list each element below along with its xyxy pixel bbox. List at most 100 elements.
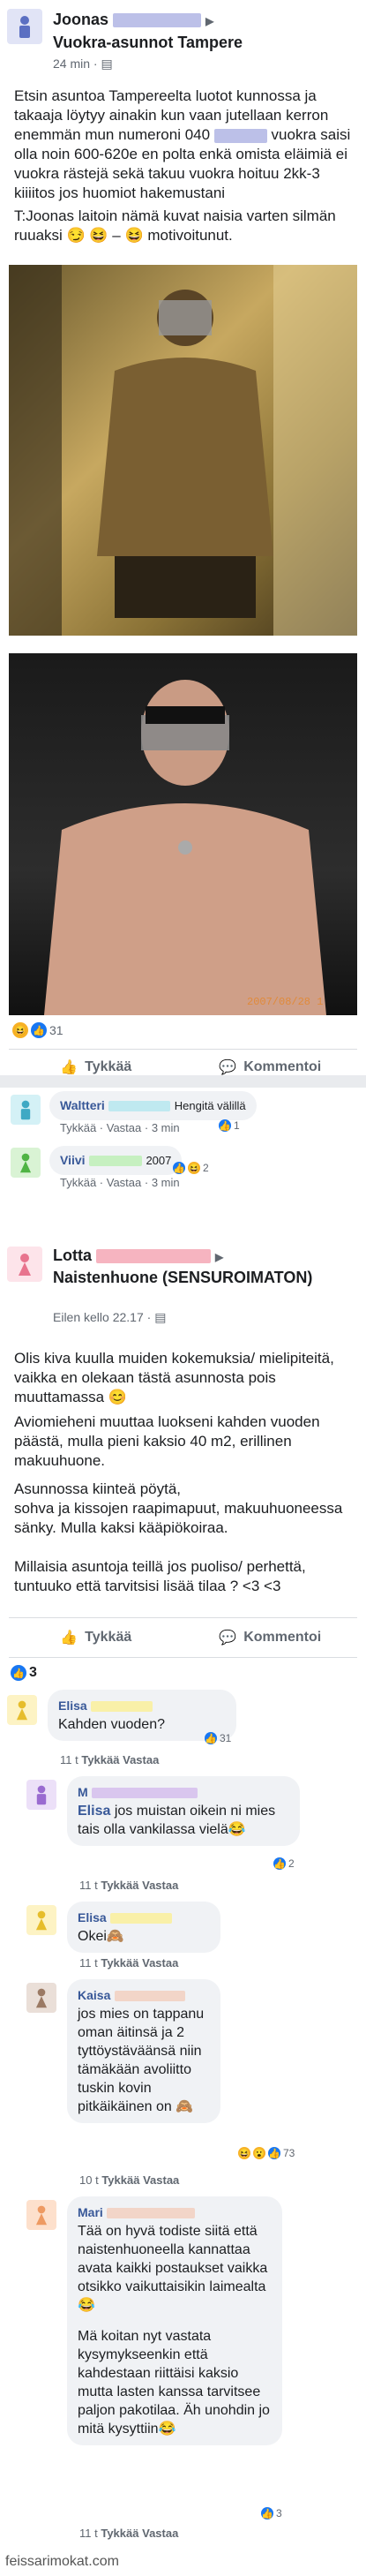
group-name[interactable]: Vuokra-asunnot Tampere (53, 34, 243, 52)
globe-icon: ▤ (101, 56, 113, 71)
comment-text: Okei🙈 (78, 1929, 124, 1944)
like-button[interactable]: 👍 Tykkää (9, 1618, 183, 1657)
post-timestamp: 24 min · ▤ (53, 56, 113, 72)
comment-reply-link[interactable]: Vastaa (107, 1176, 142, 1189)
comment-like-link[interactable]: Tykkää (101, 1879, 138, 1892)
comment-button[interactable]: 💬 Kommentoi (183, 1618, 358, 1657)
avatar[interactable] (26, 1983, 56, 2013)
post-card-2-content: Lotta ▶ Naistenhuone (SENSUROIMATON) Eil… (0, 1236, 366, 2576)
thumbs-up-icon: 👍 (60, 1631, 78, 1646)
commenter-name[interactable]: M (78, 1785, 88, 1799)
post1-comments: Waltteri Hengitä välillä Tykkää · Vastaa… (0, 1088, 366, 1220)
avatar[interactable] (11, 1148, 41, 1178)
comment-meta: 10 t Tykkää Vastaa (79, 2173, 179, 2187)
avatar[interactable] (7, 1247, 42, 1282)
comment-reactions[interactable]: 😆 😮 👍 73 (238, 2147, 295, 2159)
comment-reactions[interactable]: 👍 1 (219, 1119, 240, 1132)
post-card-1: Joonas ▶ Vuokra-asunnot Tampere 24 min ·… (0, 0, 366, 1075)
time-text: Eilen kello 22.17 · (53, 1310, 152, 1324)
group-name[interactable]: Naistenhuone (SENSUROIMATON) (53, 1268, 317, 1287)
commenter-name[interactable]: Kaisa (78, 1988, 110, 2002)
comment-like-link[interactable]: Tykkää (60, 1121, 96, 1134)
comment-text: Hengitä välillä (174, 1099, 246, 1112)
commenter-name[interactable]: Elisa (58, 1699, 87, 1713)
comment-reactions[interactable]: 👍 2 (273, 1857, 295, 1870)
comment-reactions[interactable]: 👍 😆 2 (173, 1162, 209, 1174)
avatar[interactable] (26, 1905, 56, 1935)
avatar[interactable] (26, 2200, 56, 2230)
avatar[interactable] (11, 1095, 41, 1125)
reaction-count: 3 (29, 1665, 37, 1680)
paragraph-line: Asunnossa kiinteä pöytä, (14, 1480, 182, 1497)
reaction-summary[interactable]: 👍 3 (11, 1665, 37, 1681)
haha-icon: 😆 (238, 2147, 250, 2159)
commenter-name[interactable]: Elisa (78, 1910, 107, 1924)
author-name[interactable]: Lotta (53, 1247, 92, 1264)
author-name[interactable]: Joonas (53, 11, 108, 28)
person-icon (20, 1100, 31, 1120)
comment-reply-link[interactable]: Vastaa (143, 2173, 179, 2187)
person-icon (35, 1910, 48, 1931)
reaction-count: 2 (288, 1857, 295, 1870)
haha-icon: 😆 (188, 1162, 200, 1174)
comment-reply-link[interactable]: Vastaa (107, 1121, 142, 1134)
reaction-summary[interactable]: 😆 👍 31 (12, 1022, 63, 1038)
comment-bubble: Kaisa jos mies on tappanu oman äitinsä j… (67, 1979, 220, 2123)
comment-meta: 11 t Tykkää Vastaa (79, 1879, 178, 1892)
person-icon (19, 16, 30, 38)
comment-reply-link[interactable]: Vastaa (142, 2527, 178, 2540)
comment-like-link[interactable]: Tykkää (101, 2173, 139, 2187)
post-paragraph: Asunnossa kiinteä pöytä, sohva ja kissoj… (14, 1480, 354, 1538)
avatar[interactable] (7, 1695, 37, 1725)
comment-reply-link[interactable]: Vastaa (142, 1956, 178, 1970)
post-photo-2[interactable]: 2007/08/28 1 (9, 653, 357, 1015)
arrow-right-icon: ▶ (215, 1251, 224, 1263)
comment-meta: Tykkää · Vastaa · 3 min (60, 1176, 180, 1189)
avatar[interactable] (7, 9, 42, 44)
comment-icon: 💬 (219, 1060, 237, 1075)
action-bar: 👍 Tykkää 💬 Kommentoi (9, 1617, 357, 1658)
action-bar: 👍 Tykkää 💬 Kommentoi (9, 1049, 357, 1085)
wow-icon: 😮 (253, 2147, 265, 2159)
comment-bubble: Elisa Okei🙈 (67, 1902, 220, 1953)
post-photo-1[interactable] (9, 265, 357, 636)
watermark: feissarimokat.com (5, 2554, 119, 2569)
post-body-signoff: T:Joonas laitoin nämä kuvat naisia varte… (14, 207, 336, 244)
avatar[interactable] (26, 1780, 56, 1810)
like-icon: 👍 (31, 1022, 47, 1038)
post-author[interactable]: Lotta ▶ (53, 1247, 223, 1265)
post-timestamp: Eilen kello 22.17 · ▤ (53, 1310, 166, 1325)
like-icon: 👍 (173, 1162, 185, 1174)
comment-label: Kommentoi (243, 1059, 322, 1074)
reaction-count: 73 (283, 2147, 295, 2159)
comment-icon: 💬 (219, 1631, 237, 1646)
comment-reply-link[interactable]: Vastaa (123, 1753, 159, 1766)
like-label: Tykkää (85, 1630, 132, 1645)
comment-bubble: Waltteri Hengitä välillä (49, 1091, 257, 1120)
comment-button[interactable]: 💬 Kommentoi (183, 1050, 358, 1085)
like-button[interactable]: 👍 Tykkää (9, 1050, 183, 1085)
commenter-name[interactable]: Waltteri (60, 1098, 105, 1112)
commenter-name[interactable]: Mari (78, 2205, 103, 2219)
commenter-name[interactable]: Viivi (60, 1153, 86, 1167)
like-icon: 👍 (11, 1665, 26, 1681)
comment-like-link[interactable]: Tykkää (101, 2527, 138, 2540)
comment-like-link[interactable]: Tykkää (81, 1753, 119, 1766)
post-author[interactable]: Joonas ▶ (53, 11, 213, 29)
comment-time: 11 t (60, 1753, 78, 1766)
comment-time: 3 min (151, 1176, 180, 1189)
redacted-name (108, 1100, 171, 1111)
paragraph-line: sohva ja kissojen raapimapuut, makuuhuon… (14, 1500, 343, 1536)
comment-like-link[interactable]: Tykkää (101, 1956, 138, 1970)
comment-reactions[interactable]: 👍 31 (205, 1732, 231, 1744)
comment-time: 11 t (79, 1956, 98, 1970)
mention-link[interactable]: Elisa (78, 1804, 110, 1819)
post-paragraph: Millaisia asuntoja teillä jos puoliso/ p… (14, 1558, 306, 1594)
time-text: 24 min · (53, 56, 98, 71)
person-icon (35, 2205, 48, 2226)
comment-reply-link[interactable]: Vastaa (142, 1879, 178, 1892)
reaction-count: 31 (220, 1732, 232, 1744)
comment-like-link[interactable]: Tykkää (60, 1176, 96, 1189)
redacted-name (96, 1249, 212, 1264)
comment-reactions[interactable]: 👍 3 (261, 2507, 282, 2520)
